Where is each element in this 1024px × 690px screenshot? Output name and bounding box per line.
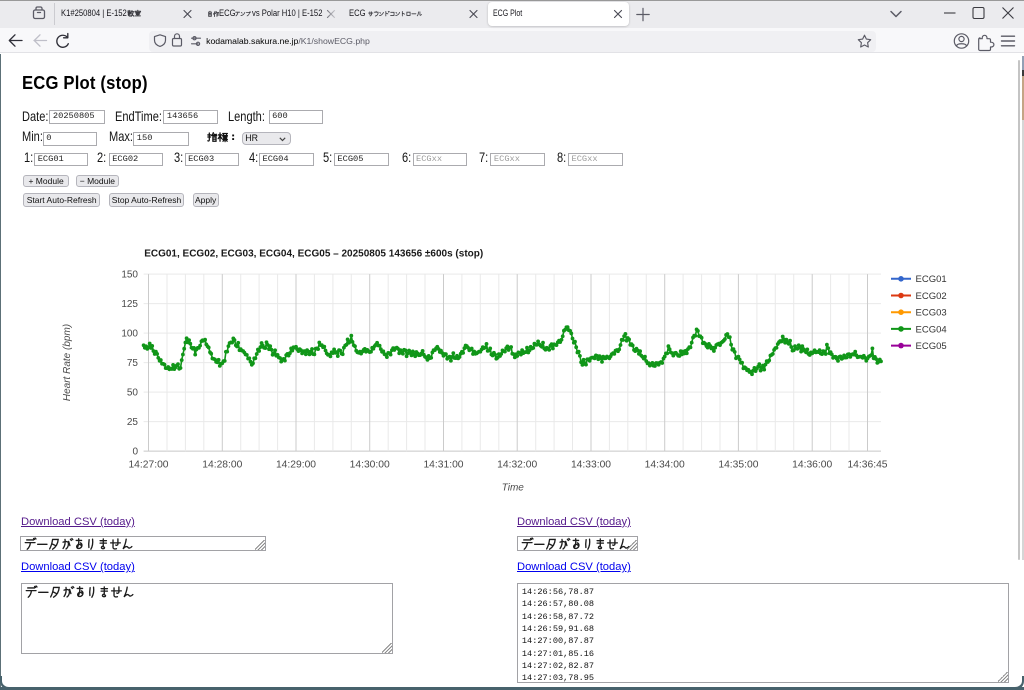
svg-text:50: 50 xyxy=(127,388,139,399)
svg-text:14:30:00: 14:30:00 xyxy=(350,459,390,470)
svg-text:14:27:00: 14:27:00 xyxy=(128,459,168,470)
svg-text:100: 100 xyxy=(121,329,138,340)
svg-text:ECG02: ECG02 xyxy=(916,291,947,302)
svg-text:14:36:45: 14:36:45 xyxy=(847,459,887,470)
svg-text:25: 25 xyxy=(127,417,139,428)
svg-text:14:28:00: 14:28:00 xyxy=(202,459,242,470)
svg-text:14:29:00: 14:29:00 xyxy=(276,459,316,470)
svg-text:ECG01: ECG01 xyxy=(916,274,947,285)
svg-text:14:36:00: 14:36:00 xyxy=(792,459,832,470)
svg-text:150: 150 xyxy=(121,270,138,281)
svg-text:14:34:00: 14:34:00 xyxy=(645,459,685,470)
svg-text:Time: Time xyxy=(502,482,525,493)
svg-text:125: 125 xyxy=(121,299,138,310)
svg-text:ECG03: ECG03 xyxy=(916,308,947,319)
svg-text:ECG01, ECG02, ECG03, ECG04, EC: ECG01, ECG02, ECG03, ECG04, ECG05 – 2025… xyxy=(144,249,483,260)
svg-text:14:31:00: 14:31:00 xyxy=(423,459,463,470)
svg-text:ECG05: ECG05 xyxy=(916,341,947,352)
svg-text:ECG04: ECG04 xyxy=(916,324,947,335)
svg-text:14:32:00: 14:32:00 xyxy=(497,459,537,470)
svg-text:0: 0 xyxy=(132,447,138,458)
svg-text:14:35:00: 14:35:00 xyxy=(718,459,758,470)
svg-text:14:33:00: 14:33:00 xyxy=(571,459,611,470)
svg-text:75: 75 xyxy=(127,358,139,369)
svg-text:Heart Rate (bpm): Heart Rate (bpm) xyxy=(62,324,73,401)
